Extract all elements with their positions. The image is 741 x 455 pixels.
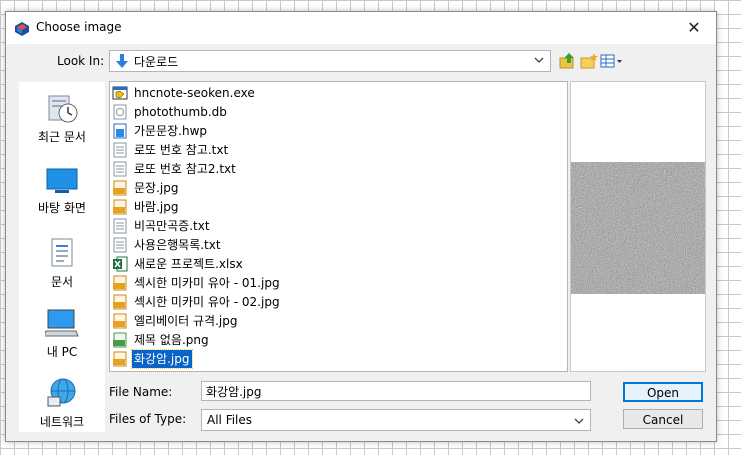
place-this-pc[interactable]: 내 PC bbox=[19, 307, 105, 360]
place-recent-documents[interactable]: 최근 문서 bbox=[19, 92, 105, 145]
file-name: 화강암.jpg bbox=[131, 349, 193, 369]
file-type-label: Files of Type: bbox=[109, 412, 187, 426]
open-button[interactable]: Open bbox=[623, 382, 703, 402]
jpg-file-icon bbox=[113, 180, 127, 196]
network-icon bbox=[47, 378, 76, 407]
place-documents[interactable]: 문서 bbox=[19, 237, 105, 290]
place-desktop[interactable]: 바탕 화면 bbox=[19, 167, 105, 216]
file-name: photothumb.db bbox=[134, 105, 227, 119]
cancel-button[interactable]: Cancel bbox=[623, 409, 703, 429]
recent-documents-icon bbox=[48, 95, 78, 123]
file-name-input[interactable]: 화강암.jpg bbox=[201, 381, 591, 401]
choose-image-dialog: Choose image ✕ Look In: 다운로드 최근 문서 바탕 화면… bbox=[5, 11, 717, 442]
granite-preview-image bbox=[571, 162, 705, 294]
text-file-icon bbox=[113, 218, 127, 234]
file-name: 로또 번호 참고2.txt bbox=[134, 162, 236, 176]
documents-icon bbox=[51, 238, 73, 267]
hwp-file-icon bbox=[113, 123, 127, 139]
new-folder-icon[interactable] bbox=[580, 52, 598, 70]
up-folder-icon[interactable] bbox=[559, 52, 577, 70]
jpg-file-icon bbox=[113, 313, 127, 329]
file-name: 로또 번호 참고.txt bbox=[134, 143, 229, 157]
file-name: 엘리베이터 규격.jpg bbox=[134, 314, 238, 328]
text-file-icon bbox=[113, 237, 127, 253]
view-menu-icon[interactable] bbox=[600, 52, 624, 70]
text-file-icon bbox=[113, 161, 127, 177]
jpg-file-icon bbox=[113, 294, 127, 310]
place-label: 바탕 화면 bbox=[38, 201, 86, 215]
file-name: hncnote-seoken.exe bbox=[134, 86, 255, 100]
jpg-file-icon bbox=[113, 351, 127, 367]
place-label: 최근 문서 bbox=[38, 130, 86, 144]
close-button[interactable]: ✕ bbox=[672, 12, 716, 44]
file-name: 문장.jpg bbox=[134, 181, 179, 195]
title-bar[interactable]: Choose image ✕ bbox=[6, 12, 716, 44]
place-network[interactable]: 네트워크 bbox=[19, 377, 105, 430]
db-file-icon bbox=[113, 104, 127, 120]
download-folder-icon bbox=[116, 54, 128, 68]
place-label: 네트워크 bbox=[39, 415, 85, 429]
place-label: 문서 bbox=[50, 275, 74, 289]
place-label: 내 PC bbox=[46, 345, 78, 359]
file-name: 제목 없음.png bbox=[134, 333, 209, 347]
file-name: 비곡만곡증.txt bbox=[134, 219, 210, 233]
file-name-label: File Name: bbox=[109, 385, 173, 399]
file-name: 섹시한 미카미 유아 - 02.jpg bbox=[134, 295, 280, 309]
chevron-down-icon bbox=[574, 418, 584, 424]
look-in-value: 다운로드 bbox=[134, 55, 179, 69]
excel-file-icon bbox=[113, 256, 128, 272]
file-type-dropdown[interactable]: All Files bbox=[201, 409, 591, 431]
image-preview-pane bbox=[570, 81, 706, 372]
png-file-icon bbox=[113, 332, 127, 348]
file-name: 섹시한 미카미 유아 - 01.jpg bbox=[134, 276, 280, 290]
file-type-value: All Files bbox=[207, 413, 253, 427]
dialog-title: Choose image bbox=[36, 20, 122, 34]
file-name: 사용은행목록.txt bbox=[134, 238, 221, 252]
chevron-down-icon bbox=[534, 57, 544, 63]
jpg-file-icon bbox=[113, 275, 127, 291]
file-list[interactable]: hncnote-seoken.exe photothumb.db 가문문장.hw… bbox=[109, 81, 568, 372]
app-logo-icon bbox=[15, 22, 29, 36]
places-sidebar: 최근 문서 바탕 화면 문서 내 PC 네트워크 bbox=[19, 82, 105, 432]
text-file-icon bbox=[113, 142, 127, 158]
file-name: 가문문장.hwp bbox=[134, 124, 208, 138]
look-in-label: Look In: bbox=[57, 54, 105, 68]
exe-icon bbox=[112, 86, 128, 100]
desktop-icon bbox=[46, 168, 78, 193]
jpg-file-icon bbox=[113, 199, 127, 215]
look-in-dropdown[interactable]: 다운로드 bbox=[109, 50, 551, 72]
computer-icon bbox=[45, 309, 79, 337]
file-name: 바람.jpg bbox=[134, 200, 179, 214]
file-name: 새로운 프로젝트.xlsx bbox=[134, 257, 243, 271]
